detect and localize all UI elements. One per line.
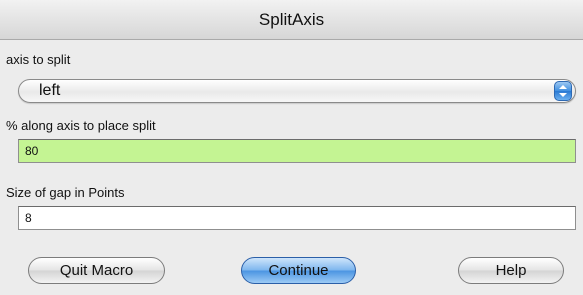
help-button[interactable]: Help (458, 257, 564, 284)
split-axis-dialog: SplitAxis axis to split left % along axi… (0, 0, 583, 295)
axis-select-value: left (39, 82, 61, 99)
percent-along-axis-input[interactable] (18, 139, 576, 163)
window-title: SplitAxis (0, 0, 583, 40)
gap-size-input[interactable] (18, 206, 576, 230)
percent-along-axis-label: % along axis to place split (6, 118, 156, 133)
quit-macro-button[interactable]: Quit Macro (28, 257, 165, 284)
axis-select[interactable]: left (18, 79, 576, 103)
updown-arrows-icon (554, 81, 572, 101)
axis-to-split-label: axis to split (6, 52, 71, 67)
gap-size-label: Size of gap in Points (6, 185, 125, 200)
continue-button[interactable]: Continue (241, 257, 356, 284)
